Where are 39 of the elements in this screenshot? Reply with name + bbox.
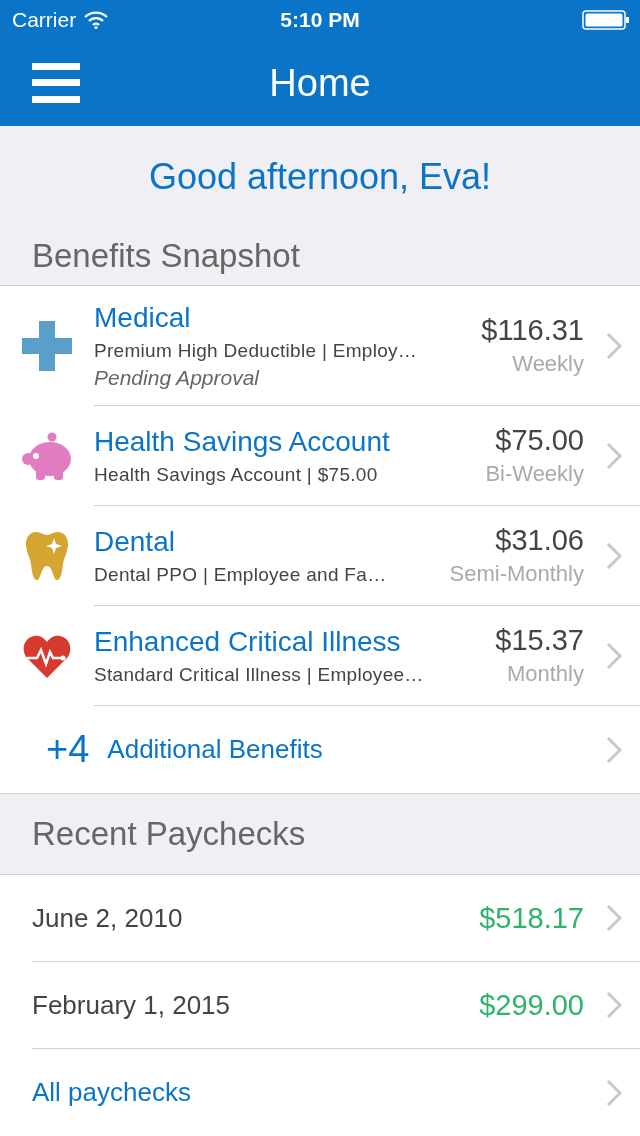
benefit-name[interactable]: Enhanced Critical Illness <box>94 625 488 658</box>
benefit-frequency: Monthly <box>506 661 584 688</box>
additional-count: +4 <box>46 728 90 772</box>
chevron-icon <box>606 1078 622 1107</box>
wifi-icon <box>84 11 109 29</box>
all-paychecks-link[interactable]: All paychecks <box>32 1077 584 1108</box>
paycheck-amount: $518.17 <box>479 901 584 935</box>
chevron-icon <box>606 991 622 1019</box>
chevron-icon <box>606 331 622 360</box>
benefit-detail: Health Savings Account | $75.00 <box>94 463 379 486</box>
greeting: Good afternoon, Eva! <box>147 154 493 199</box>
battery-icon <box>582 10 630 30</box>
nav-title: Home <box>269 61 371 105</box>
benefit-detail: Standard Critical Illness | Employee… <box>94 663 425 686</box>
paycheck-date[interactable]: February 1, 2015 <box>32 989 480 1021</box>
status-time: 5:10 PM <box>280 8 360 32</box>
paycheck-amount: $299.00 <box>479 988 584 1022</box>
chevron-icon <box>606 904 622 932</box>
benefit-name[interactable]: Medical <box>94 301 474 334</box>
paycheck-date[interactable]: June 2, 2010 <box>32 902 480 934</box>
benefit-frequency: Weekly <box>512 351 584 378</box>
chevron-icon <box>606 735 622 764</box>
chevron-icon <box>606 441 622 470</box>
benefit-frequency: Bi-Weekly <box>485 461 584 488</box>
benefit-frequency: Semi-Monthly <box>449 561 584 588</box>
benefit-detail: Premium High Deductible | Employ… <box>94 339 419 362</box>
benefit-status: Pending Approval <box>94 365 261 390</box>
benefit-amount: $31.06 <box>495 524 584 558</box>
carrier-label: Carrier <box>12 8 77 32</box>
menu-icon[interactable] <box>32 63 80 104</box>
benefit-amount: $15.37 <box>495 624 584 658</box>
benefit-amount: $75.00 <box>495 424 584 458</box>
benefit-name[interactable]: Dental <box>94 525 442 558</box>
chevron-icon <box>606 641 622 670</box>
benefit-name[interactable]: Health Savings Account <box>94 425 478 458</box>
chevron-icon <box>606 541 622 570</box>
benefit-detail: Dental PPO | Employee and Fa… <box>94 563 388 586</box>
additional-benefits-link[interactable]: Additional Benefits <box>107 734 584 766</box>
benefit-amount: $116.31 <box>481 314 584 348</box>
